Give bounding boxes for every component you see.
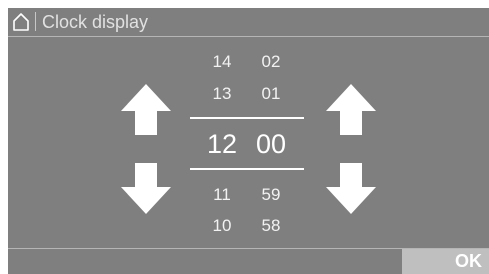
hours-up-arrow-icon[interactable] <box>118 81 174 137</box>
minute-selected[interactable]: 00 <box>241 128 301 160</box>
minute-prev-1[interactable]: 59 <box>241 185 301 205</box>
selection-bottom-line <box>190 168 304 170</box>
hours-down-arrow-icon[interactable] <box>118 161 174 217</box>
page-title: Clock display <box>42 12 149 32</box>
clock-display-screen: Clock display 14 13 12 11 10 02 01 00 59… <box>8 8 489 274</box>
minute-next-2[interactable]: 02 <box>241 52 301 72</box>
home-icon[interactable] <box>12 12 30 32</box>
minutes-up-arrow-icon[interactable] <box>323 81 379 137</box>
header-bar: Clock display <box>8 8 489 37</box>
header-separator <box>35 12 36 31</box>
minute-prev-2[interactable]: 58 <box>241 216 301 236</box>
minute-next-1[interactable]: 01 <box>241 84 301 104</box>
ok-button[interactable]: OK <box>402 249 489 274</box>
minutes-down-arrow-icon[interactable] <box>323 161 379 217</box>
selection-top-line <box>190 117 304 119</box>
